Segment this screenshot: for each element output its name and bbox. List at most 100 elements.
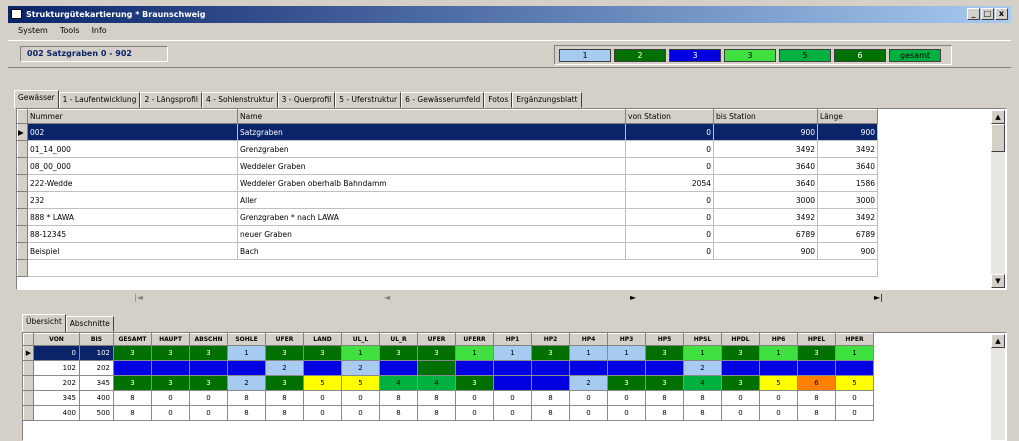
grade-cell[interactable] <box>835 360 874 376</box>
grade-cell[interactable]: 8 <box>531 390 570 406</box>
table-row[interactable]: 222-Wedde Weddeler Graben oberhalb Bahnda… <box>17 174 878 192</box>
table-cell[interactable]: 002 <box>27 123 238 141</box>
table-cell[interactable]: Grenzgraben <box>237 140 626 158</box>
von-cell[interactable]: 400 <box>33 405 80 421</box>
column-header[interactable]: Name <box>237 109 626 124</box>
grade-cell[interactable] <box>645 360 684 376</box>
vertical-scrollbar[interactable]: ▲ ▼ <box>991 110 1005 288</box>
summary-column-header[interactable]: VON <box>33 333 80 346</box>
table-cell[interactable]: 3000 <box>817 191 878 209</box>
summary-column-header[interactable]: HPER <box>835 333 874 346</box>
grade-cell[interactable] <box>569 360 608 376</box>
grade-cell[interactable]: 8 <box>531 405 570 421</box>
grade-cell[interactable]: 0 <box>835 405 874 421</box>
grade-cell[interactable]: 0 <box>759 405 798 421</box>
grade-cell[interactable]: 0 <box>569 405 608 421</box>
table-row[interactable]: 88-12345 neuer Graben 0 6789 6789 <box>17 225 878 243</box>
summary-column-header[interactable]: HP6 <box>759 333 798 346</box>
table-cell[interactable]: 0 <box>625 140 714 158</box>
table-cell[interactable]: 0 <box>625 191 714 209</box>
grade-cell[interactable]: 2 <box>341 360 380 376</box>
grade-cell[interactable]: 6 <box>797 375 836 391</box>
column-header[interactable]: Länge <box>817 109 878 124</box>
grade-cell[interactable]: 2 <box>569 375 608 391</box>
grade-cell[interactable]: 4 <box>683 375 722 391</box>
grade-cell[interactable]: 8 <box>265 405 304 421</box>
summary-column-header[interactable]: HP5 <box>645 333 684 346</box>
tab-5[interactable]: 5 - Uferstruktur <box>335 92 402 108</box>
bis-cell[interactable]: 202 <box>79 360 114 376</box>
grade-cell[interactable]: 8 <box>417 390 456 406</box>
grade-cell[interactable]: 4 <box>379 375 418 391</box>
close-button[interactable]: x <box>995 8 1008 20</box>
table-cell[interactable]: 3000 <box>713 191 818 209</box>
grade-cell[interactable]: 3 <box>607 375 646 391</box>
table-cell[interactable]: 3492 <box>713 208 818 226</box>
grade-cell[interactable]: 3 <box>189 345 228 361</box>
grade-cell[interactable]: 5 <box>835 375 874 391</box>
table-cell[interactable]: 3640 <box>713 174 818 192</box>
summary-column-header[interactable]: UL_R <box>379 333 418 346</box>
grade-cell[interactable]: 0 <box>151 390 190 406</box>
grade-cell[interactable]: 0 <box>721 390 760 406</box>
grade-cell[interactable]: 0 <box>607 390 646 406</box>
table-row[interactable]: ▶ 002 Satzgraben 0 900 900 <box>17 123 878 141</box>
grade-cell[interactable] <box>379 360 418 376</box>
grade-cell[interactable]: 0 <box>759 390 798 406</box>
table-cell[interactable]: 3492 <box>817 140 878 158</box>
table-cell[interactable]: 08_00_000 <box>27 157 238 175</box>
grade-cell[interactable]: 0 <box>607 405 646 421</box>
summary-scrollbar[interactable]: ▲ <box>991 334 1005 440</box>
grade-cell[interactable] <box>493 360 532 376</box>
bis-cell[interactable]: 500 <box>79 405 114 421</box>
grade-cell[interactable]: 0 <box>303 405 342 421</box>
tab-1[interactable]: 1 - Laufentwicklung <box>58 92 141 108</box>
grade-cell[interactable] <box>531 360 570 376</box>
menu-info[interactable]: Info <box>92 24 107 38</box>
table-cell[interactable]: Weddeler Graben <box>237 157 626 175</box>
bis-cell[interactable]: 345 <box>79 375 114 391</box>
grade-cell[interactable]: 1 <box>227 345 266 361</box>
column-header[interactable]: bis Station <box>713 109 818 124</box>
table-cell[interactable]: Grenzgraben * nach LAWA <box>237 208 626 226</box>
column-header[interactable]: Nummer <box>27 109 238 124</box>
tab-abschnitte[interactable]: Abschnitte <box>65 316 114 332</box>
summary-column-header[interactable]: SOHLE <box>227 333 266 346</box>
grade-cell[interactable]: 0 <box>341 390 380 406</box>
grade-cell[interactable]: 3 <box>151 345 190 361</box>
scroll-up-icon[interactable]: ▲ <box>991 110 1005 124</box>
grade-cell[interactable]: 8 <box>797 390 836 406</box>
table-cell[interactable]: 0 <box>625 123 714 141</box>
grade-cell[interactable] <box>189 360 228 376</box>
grade-cell[interactable]: 3 <box>721 375 760 391</box>
grade-cell[interactable]: 0 <box>569 390 608 406</box>
grade-cell[interactable]: 3 <box>721 345 760 361</box>
summary-column-header[interactable]: ABSCHN <box>189 333 228 346</box>
table-cell[interactable]: Aller <box>237 191 626 209</box>
grade-cell[interactable] <box>759 360 798 376</box>
table-cell[interactable]: 0 <box>625 208 714 226</box>
grade-cell[interactable]: 8 <box>113 405 152 421</box>
grade-cell[interactable]: 8 <box>379 390 418 406</box>
grade-cell[interactable]: 3 <box>189 375 228 391</box>
grade-cell[interactable]: 0 <box>835 390 874 406</box>
menu-system[interactable]: System <box>18 24 48 38</box>
grade-cell[interactable]: 1 <box>341 345 380 361</box>
table-cell[interactable]: 0 <box>625 225 714 243</box>
grade-cell[interactable] <box>493 375 532 391</box>
grade-cell[interactable] <box>113 360 152 376</box>
summary-column-header[interactable]: HP1 <box>493 333 532 346</box>
grade-cell[interactable]: 0 <box>493 405 532 421</box>
bis-cell[interactable]: 400 <box>79 390 114 406</box>
grade-cell[interactable]: 5 <box>303 375 342 391</box>
grade-cell[interactable]: 1 <box>455 345 494 361</box>
table-cell[interactable]: 3492 <box>817 208 878 226</box>
grade-cell[interactable]: 8 <box>227 405 266 421</box>
grade-cell[interactable]: 1 <box>759 345 798 361</box>
scroll-down-icon[interactable]: ▼ <box>991 274 1005 288</box>
summary-column-header[interactable]: HAUPT <box>151 333 190 346</box>
grade-cell[interactable]: 8 <box>797 405 836 421</box>
maximize-button[interactable]: □ <box>981 8 994 20</box>
grade-cell[interactable]: 3 <box>797 345 836 361</box>
grade-cell[interactable]: 3 <box>265 345 304 361</box>
